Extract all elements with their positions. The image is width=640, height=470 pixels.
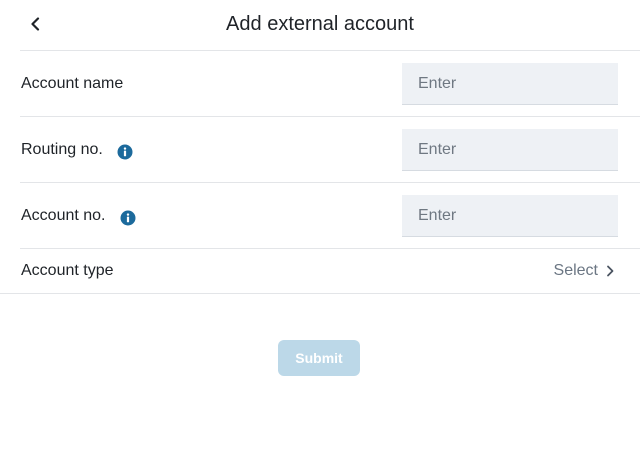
routing-no-label: Routing no.: [21, 117, 133, 182]
account-type-label-text: Account type: [21, 262, 114, 279]
account-no-label-text: Account no.: [21, 206, 106, 224]
routing-no-label-text: Routing no.: [21, 140, 103, 158]
account-name-label-text: Account name: [21, 74, 124, 92]
add-external-account-page: Add external account Account name Routin…: [0, 0, 640, 470]
account-name-label: Account name: [21, 51, 123, 116]
routing-no-input[interactable]: [402, 129, 618, 171]
account-no-info-icon[interactable]: [120, 210, 136, 226]
account-no-label: Account no.: [21, 183, 136, 248]
account-type-label: Account type: [21, 249, 114, 293]
account-type-select[interactable]: Select: [554, 249, 614, 293]
account-type-row[interactable]: Account type Select: [20, 249, 640, 293]
account-name-row: Account name: [20, 51, 640, 117]
routing-no-row: Routing no.: [20, 117, 640, 183]
page-title: Add external account: [226, 13, 414, 35]
chevron-right-icon: [607, 265, 614, 277]
account-type-divider: [0, 293, 640, 294]
submit-button[interactable]: Submit: [278, 340, 360, 376]
account-type-select-value: Select: [553, 262, 598, 279]
header: Add external account: [20, 0, 640, 51]
account-name-input[interactable]: [402, 63, 618, 105]
account-no-input[interactable]: [402, 195, 618, 237]
routing-no-info-icon[interactable]: [117, 144, 133, 160]
account-no-row: Account no.: [20, 183, 640, 249]
